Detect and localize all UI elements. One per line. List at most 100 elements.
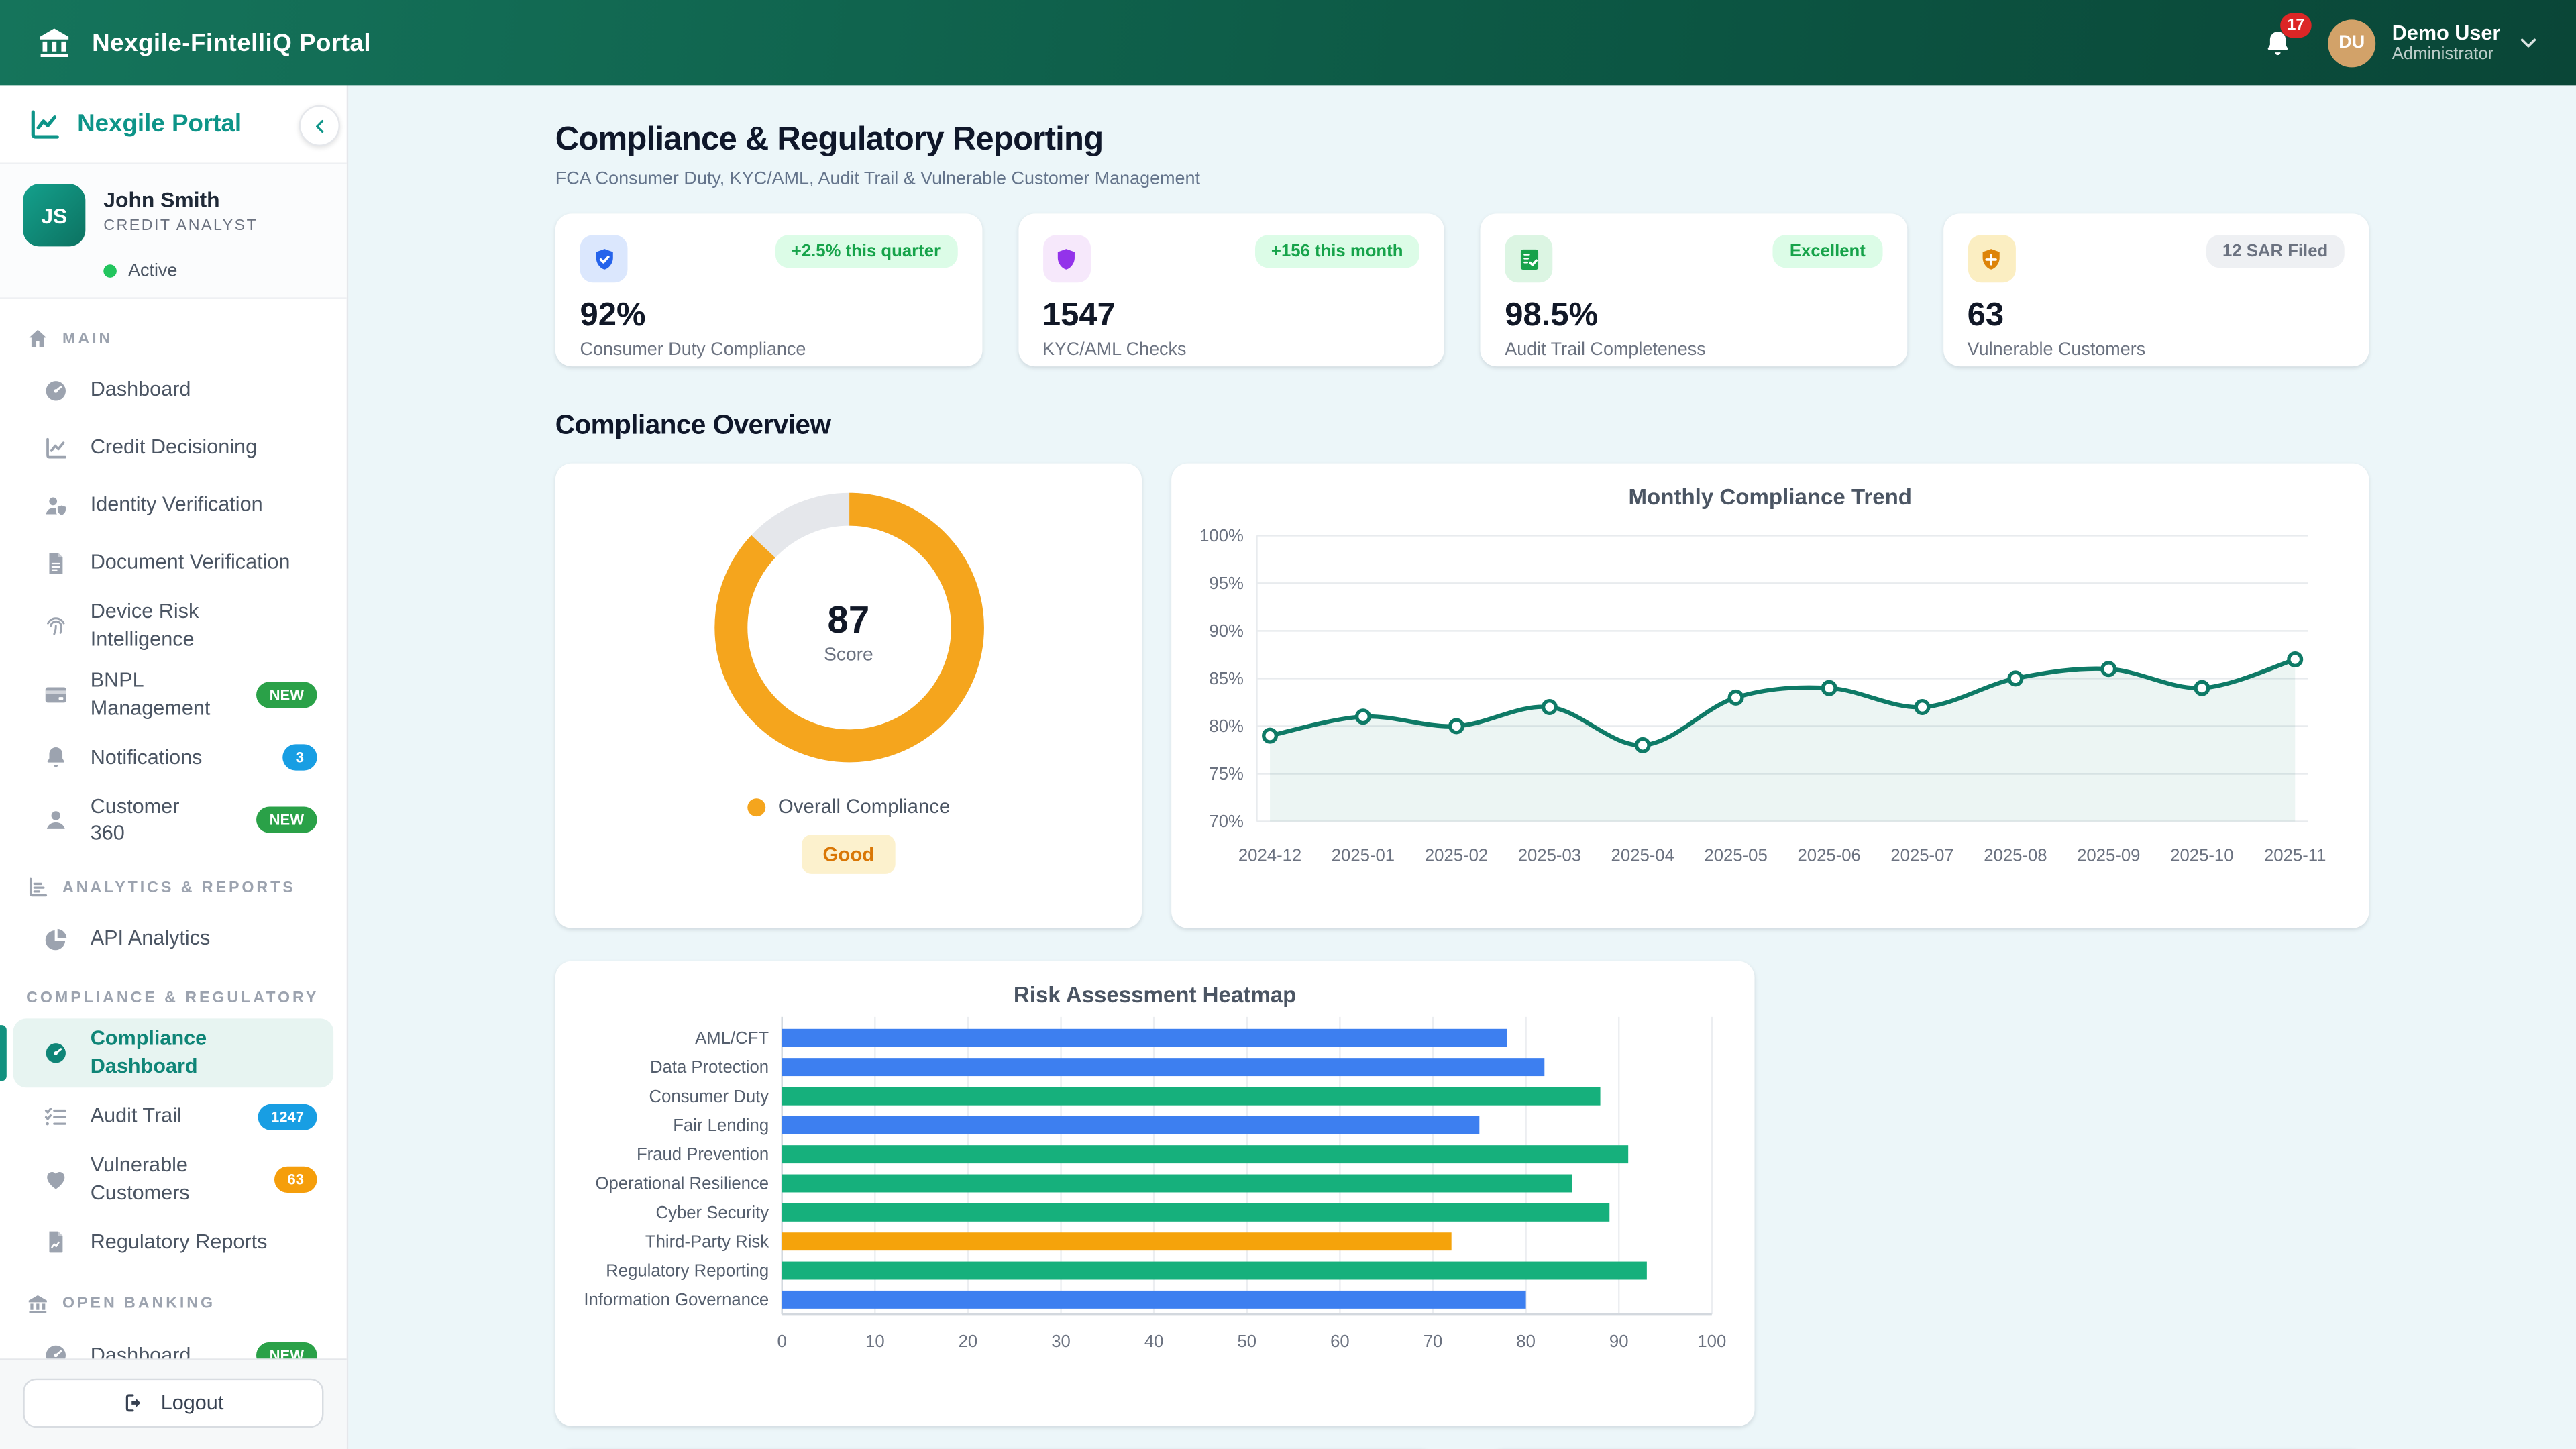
gauge-status-badge: Good — [801, 835, 896, 874]
user-menu[interactable]: DU Demo User Administrator — [2328, 19, 2540, 67]
sidebar-item-regulatory-reports[interactable]: Regulatory Reports — [13, 1214, 334, 1271]
app-root: Nexgile-FintelliQ Portal 17 DU Demo User… — [0, 0, 2576, 1449]
svg-text:2025-02: 2025-02 — [1425, 846, 1488, 865]
chevron-left-icon — [310, 116, 329, 136]
sidebar-item-dashboard[interactable]: Dashboard NEW — [13, 1327, 334, 1359]
sidebar-section-header: MAIN — [13, 306, 334, 362]
sidebar-item-label: Identity Verification — [90, 492, 263, 517]
sidebar-item-label: Document Verification — [90, 550, 290, 574]
svg-text:2024-12: 2024-12 — [1238, 846, 1301, 865]
sidebar-item-label: Customer 360 — [90, 794, 180, 845]
sidebar-item-credit-decisioning[interactable]: Credit Decisioning — [13, 419, 334, 476]
sidebar-item-identity-verification[interactable]: Identity Verification — [13, 476, 334, 534]
svg-text:2025-07: 2025-07 — [1890, 846, 1953, 865]
legend-dot — [747, 797, 765, 816]
legend-label: Overall Compliance — [777, 795, 951, 818]
sidebar-item-audit-trail[interactable]: Audit Trail 1247 — [13, 1087, 334, 1145]
sidebar-item-customer-360[interactable]: Customer 360 NEW — [13, 786, 334, 855]
stat-label: Vulnerable Customers — [1967, 339, 2146, 360]
bar-chart-icon — [26, 876, 49, 899]
gauge-score-caption: Score — [824, 645, 873, 665]
sidebar-item-label: Credit Decisioning — [90, 435, 258, 459]
user-role: Administrator — [2392, 44, 2494, 64]
sidebar: Nexgile Portal JS John Smith CREDIT ANAL… — [0, 85, 349, 1449]
home-icon — [26, 327, 49, 350]
count-badge: 1247 — [258, 1103, 317, 1130]
sidebar-footer: Logout — [0, 1358, 347, 1449]
stat-value: 1547 — [1042, 297, 1116, 334]
sidebar-item-label: Audit Trail — [90, 1104, 182, 1128]
count-badge: 3 — [282, 744, 317, 771]
svg-text:100%: 100% — [1199, 527, 1244, 545]
stat-trend-badge: +2.5% this quarter — [775, 235, 957, 268]
top-header-bar: Nexgile-FintelliQ Portal 17 DU Demo User… — [0, 0, 2576, 86]
sidebar-item-device-risk-intelligence[interactable]: Device Risk Intelligence — [13, 592, 334, 660]
gauge-icon — [43, 1040, 69, 1067]
sidebar-collapse-button[interactable] — [299, 105, 340, 146]
sidebar-item-label: API Analytics — [90, 926, 211, 951]
count-badge: NEW — [256, 807, 317, 834]
sidebar-item-bnpl-management[interactable]: BNPL Management NEW — [13, 660, 334, 729]
svg-text:2025-03: 2025-03 — [1518, 846, 1581, 865]
sidebar-user-name: John Smith — [103, 187, 220, 212]
sidebar-user-role: CREDIT ANALYST — [103, 217, 258, 235]
sidebar-brand: Nexgile Portal — [0, 85, 347, 164]
sidebar-item-document-verification[interactable]: Document Verification — [13, 534, 334, 592]
bank-icon — [26, 1293, 49, 1316]
stat-card-vulnerable-customers: 12 SAR Filed 63 Vulnerable Customers — [1942, 213, 2369, 367]
stat-value: 98.5% — [1505, 297, 1599, 334]
svg-text:40: 40 — [1144, 1332, 1164, 1351]
sidebar-item-label: Regulatory Reports — [90, 1230, 268, 1254]
svg-text:2025-01: 2025-01 — [1332, 846, 1395, 865]
avatar: JS — [23, 184, 86, 247]
svg-text:30: 30 — [1051, 1332, 1071, 1351]
svg-text:2025-09: 2025-09 — [2077, 846, 2140, 865]
stat-card-consumer-duty-compliance: +2.5% this quarter 92% Consumer Duty Compl… — [555, 213, 982, 367]
sidebar-item-label: Device Risk Intelligence — [90, 599, 199, 651]
sidebar-item-api-analytics[interactable]: API Analytics — [13, 910, 334, 968]
sidebar-user-card: JS John Smith CREDIT ANALYST Active — [0, 164, 347, 299]
section-label: ANALYTICS & REPORTS — [62, 878, 296, 897]
line-chart-logo-icon — [26, 106, 62, 142]
logout-button[interactable]: Logout — [23, 1378, 324, 1428]
svg-text:Fair Lending: Fair Lending — [673, 1116, 769, 1135]
gauge-icon — [43, 377, 69, 403]
stat-cards-row: +2.5% this quarter 92% Consumer Duty Compl… — [555, 213, 2369, 367]
sidebar-nav: MAIN Dashboard Credit Decisioning Identity … — [0, 299, 347, 1359]
risk-heatmap-bar-chart: 0 10 20 30 40 50 60 70 80 90 100 AML/CFT Data Protec… — [555, 1007, 1755, 1403]
shield-plus-icon — [1978, 246, 2004, 272]
sidebar-item-compliance-dashboard[interactable]: Compliance Dashboard — [0, 1018, 334, 1088]
gauge-score-value: 87 — [827, 598, 870, 641]
sidebar-item-dashboard[interactable]: Dashboard — [13, 362, 334, 419]
heart-icon — [43, 1166, 69, 1192]
svg-text:20: 20 — [959, 1332, 978, 1351]
chart-line-icon — [43, 435, 69, 461]
section-label: OPEN BANKING — [62, 1295, 216, 1313]
svg-text:2025-05: 2025-05 — [1704, 846, 1767, 865]
sidebar-item-label: BNPL Management — [90, 668, 211, 719]
notifications-bell-button[interactable]: 17 — [2262, 13, 2312, 62]
risk-heatmap-card: Risk Assessment Heatmap 0 10 20 30 40 50 60 70 8… — [555, 961, 1755, 1426]
stat-label: KYC/AML Checks — [1042, 339, 1187, 360]
sidebar-item-notifications[interactable]: Notifications 3 — [13, 729, 334, 786]
stat-value: 92% — [580, 297, 646, 334]
gauge-legend: Overall Compliance — [555, 795, 1142, 818]
bell-icon — [43, 744, 69, 770]
section-label: COMPLIANCE & REGULATORY — [26, 989, 319, 1008]
svg-text:Information Governance: Information Governance — [584, 1291, 769, 1309]
svg-text:90%: 90% — [1209, 622, 1243, 641]
user-name: Demo User — [2392, 21, 2501, 44]
fingerprint-icon — [43, 612, 69, 639]
document-icon — [43, 549, 69, 576]
svg-text:2025-11: 2025-11 — [2264, 846, 2326, 865]
logout-label: Logout — [160, 1391, 224, 1415]
svg-text:70: 70 — [1424, 1332, 1443, 1351]
logout-icon — [123, 1391, 146, 1414]
bank-logo-icon — [36, 25, 72, 61]
sidebar-item-vulnerable-customers[interactable]: Vulnerable Customers 63 — [13, 1145, 334, 1214]
pie-chart-icon — [43, 926, 69, 953]
svg-text:2025-06: 2025-06 — [1798, 846, 1861, 865]
stat-label: Consumer Duty Compliance — [580, 339, 806, 360]
status-text: Active — [128, 261, 178, 281]
svg-text:AML/CFT: AML/CFT — [695, 1029, 769, 1048]
